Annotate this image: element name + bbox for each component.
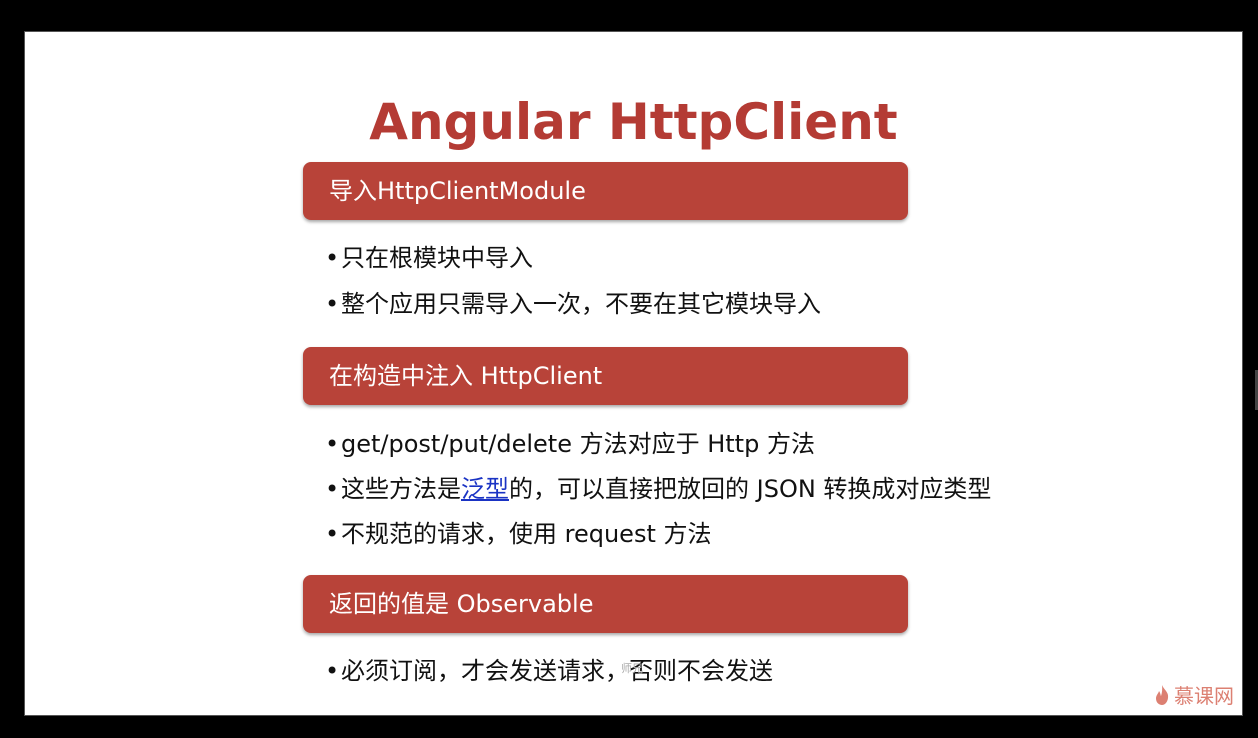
slide-title: Angular HttpClient (369, 93, 898, 151)
bullet-item: •整个应用只需导入一次，不要在其它模块导入 (325, 284, 821, 319)
section-heading-import-module: 导入HttpClientModule (303, 162, 908, 220)
bullet-text-pre: 这些方法是 (341, 475, 461, 503)
bullet-dot: • (325, 244, 340, 272)
bullet-item: •必须订阅，才会发送请求，否则不会发送 (325, 651, 773, 686)
bullet-dot: • (325, 475, 340, 503)
section-heading-inject-httpclient: 在构造中注入 HttpClient (303, 347, 908, 405)
bullet-text: 只在根模块中导入 (341, 244, 533, 272)
bullet-item: •不规范的请求，使用 request 方法 (325, 514, 712, 549)
bullet-text: 必须订阅，才会发送请求，否则不会发送 (341, 657, 773, 685)
section-heading-observable: 返回的值是 Observable (303, 575, 908, 633)
logo-text: 慕课网 (1174, 684, 1234, 708)
bullet-item: •这些方法是泛型的，可以直接把放回的 JSON 转换成对应类型 (325, 469, 991, 504)
bullet-dot: • (325, 657, 340, 685)
bullet-dot: • (325, 430, 340, 458)
bullet-text: 整个应用只需导入一次，不要在其它模块导入 (341, 290, 821, 318)
watermark-overlay: 师兄 (621, 662, 643, 675)
flame-icon (1156, 684, 1169, 705)
bullet-text: 不规范的请求，使用 request 方法 (341, 520, 712, 548)
bullet-item: •只在根模块中导入 (325, 238, 533, 273)
bullet-item: •get/post/put/delete 方法对应于 Http 方法 (325, 424, 815, 459)
bullet-text-post: 的，可以直接把放回的 JSON 转换成对应类型 (509, 475, 992, 503)
slide: Angular HttpClient 导入HttpClientModule •只… (24, 31, 1243, 716)
bullet-dot: • (325, 290, 340, 318)
imooc-logo: 慕课网 (1153, 680, 1234, 709)
bullet-dot: • (325, 520, 340, 548)
bullet-text: get/post/put/delete 方法对应于 Http 方法 (341, 430, 815, 458)
generic-type-link[interactable]: 泛型 (461, 475, 509, 503)
